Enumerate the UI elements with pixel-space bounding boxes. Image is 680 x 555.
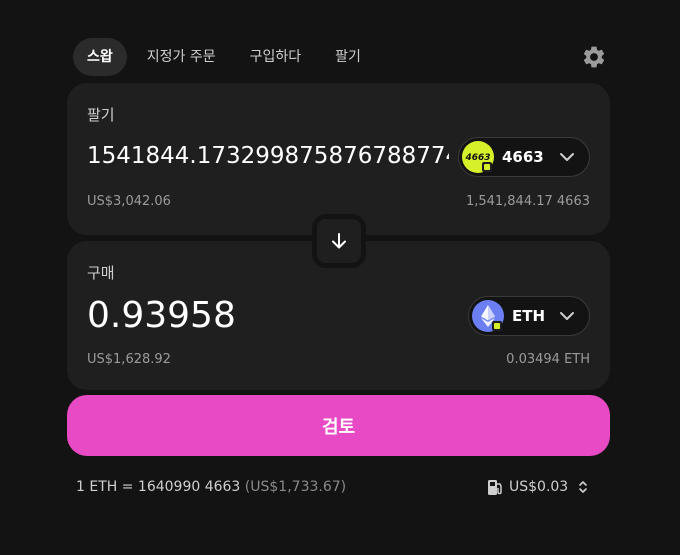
- arrow-down-icon: [332, 233, 346, 249]
- chevron-down-icon: [560, 153, 574, 161]
- sell-balance[interactable]: 1,541,844.17 4663: [466, 194, 590, 209]
- gear-icon[interactable]: [581, 44, 607, 70]
- sell-usd-value: US$3,042.06: [87, 194, 171, 209]
- gas-pump-icon: [488, 480, 502, 495]
- tab-swap[interactable]: 스왑: [73, 38, 127, 76]
- tab-limit-order[interactable]: 지정가 주문: [133, 38, 230, 76]
- network-fee-toggle[interactable]: US$0.03: [487, 474, 588, 500]
- tab-sell[interactable]: 팔기: [321, 38, 375, 76]
- sell-token-selector[interactable]: 4663 4663: [458, 137, 590, 177]
- sell-label: 팔기: [87, 106, 115, 124]
- sell-token-symbol: 4663: [502, 148, 544, 166]
- exchange-rate[interactable]: 1 ETH = 1640990 4663 (US$1,733.67): [76, 479, 346, 495]
- token-4663-icon: 4663: [462, 141, 494, 173]
- buy-label: 구매: [87, 264, 115, 282]
- eth-icon: [472, 300, 504, 332]
- buy-amount-input[interactable]: 0.93958: [87, 295, 387, 341]
- network-fee-value: US$0.03: [509, 479, 569, 495]
- buy-balance: 0.03494 ETH: [506, 352, 590, 367]
- buy-usd-value: US$1,628.92: [87, 352, 171, 367]
- buy-token-selector[interactable]: ETH: [468, 296, 590, 336]
- chevron-up-down-icon: [579, 481, 588, 493]
- token-4663-logo-text: 4663: [464, 153, 490, 163]
- switch-direction-button[interactable]: [312, 214, 366, 268]
- sell-amount-input[interactable]: 1541844.173299875876788774: [87, 143, 449, 173]
- chevron-down-icon: [560, 312, 574, 320]
- swap-tabs: 스왑 지정가 주문 구입하다 팔기: [73, 38, 381, 76]
- buy-token-symbol: ETH: [512, 307, 546, 325]
- tab-buy[interactable]: 구입하다: [236, 38, 316, 76]
- sell-panel: 팔기 1541844.173299875876788774 4663 4663 …: [67, 83, 610, 235]
- exchange-rate-usd: (US$1,733.67): [244, 479, 347, 495]
- exchange-rate-text: 1 ETH = 1640990 4663: [76, 479, 241, 495]
- review-button[interactable]: 검토: [67, 395, 610, 456]
